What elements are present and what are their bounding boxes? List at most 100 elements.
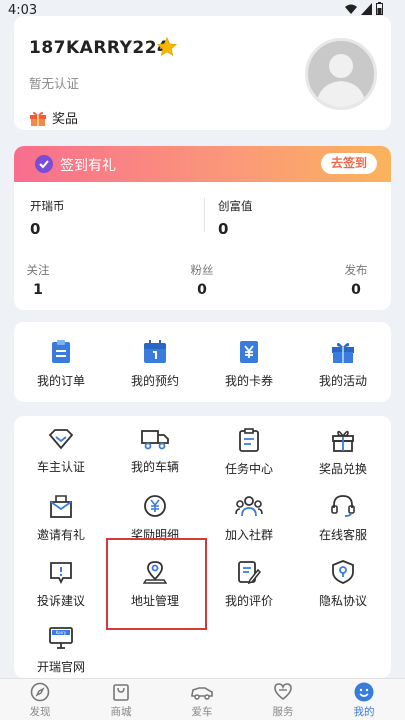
service-label: 任务中心 <box>224 462 273 476</box>
calendar-icon <box>144 340 166 363</box>
tab-label: 服务 <box>272 706 294 718</box>
highlight-box <box>106 538 207 630</box>
service-label: 隐私协议 <box>318 594 367 608</box>
service-item-4[interactable]: 邀请有礼 <box>14 494 108 543</box>
tab-discover[interactable]: 发现 <box>10 682 70 719</box>
service-item-0[interactable]: 车主认证 <box>14 428 108 475</box>
wealth-value: 0 <box>218 220 229 238</box>
service-item-1[interactable]: 我的车辆 <box>108 428 202 475</box>
tab-label: 发现 <box>29 706 51 718</box>
coupon-icon <box>240 341 258 363</box>
clipboard-icon <box>239 428 259 452</box>
gift-icon <box>30 111 46 126</box>
coins-stat[interactable]: 开瑞币 0 <box>30 198 65 238</box>
headset-icon <box>331 495 355 517</box>
system-icons <box>345 2 383 15</box>
tab-label: 我的 <box>353 706 375 718</box>
tab-bar: 发现 商城 爱车 服务 我的 <box>0 678 405 720</box>
divider <box>204 198 205 232</box>
yuan-icon <box>144 495 166 517</box>
default-avatar-icon <box>316 54 366 107</box>
orders-card: 我的订单 我的预约 我的卡券 我的活动 <box>14 322 391 402</box>
battery-icon <box>376 2 383 15</box>
follow-value: 1 <box>33 282 43 298</box>
service-label: 加入社群 <box>224 528 273 542</box>
service-item-7[interactable]: 在线客服 <box>296 494 390 543</box>
orders-item-label: 我的订单 <box>36 374 85 388</box>
posts-stat[interactable]: 发布 0 <box>336 262 376 298</box>
orders-item-label: 我的活动 <box>318 374 367 388</box>
tab-service[interactable]: 服务 <box>253 682 313 719</box>
service-label: 奖品兑换 <box>318 462 367 476</box>
tab-mall[interactable]: 商城 <box>91 682 151 719</box>
service-label: 开瑞官网 <box>36 660 85 674</box>
tab-label: 商城 <box>110 706 132 718</box>
truck-icon <box>141 430 169 450</box>
wealth-label: 创富值 <box>218 199 253 213</box>
star-icon[interactable] <box>156 36 178 58</box>
signin-title: 签到有礼 <box>60 158 116 174</box>
service-label: 车主认证 <box>36 460 85 474</box>
signal-icon <box>361 2 372 15</box>
car-icon <box>191 687 213 700</box>
service-item-3[interactable]: 奖品兑换 <box>296 428 390 477</box>
service-item-11[interactable]: 隐私协议 <box>296 560 390 609</box>
privacy-icon <box>332 560 354 584</box>
monitor-icon: Karry <box>49 627 73 649</box>
gift-box-icon <box>332 342 354 363</box>
prize-label: 奖品 <box>52 112 79 127</box>
signin-icon <box>35 155 53 173</box>
order-icon <box>52 340 70 363</box>
service-item-8[interactable]: 投诉建议 <box>14 560 108 609</box>
follow-label: 关注 <box>26 263 50 277</box>
orders-item-2[interactable]: 我的卡券 <box>202 340 296 389</box>
signin-banner[interactable]: 签到有礼 去签到 <box>14 146 391 182</box>
orders-item-1[interactable]: 我的预约 <box>108 340 202 389</box>
prize-link[interactable]: 奖品 <box>29 108 78 127</box>
signin-button[interactable]: 去签到 <box>320 153 377 174</box>
monitor-badge: Karry <box>56 630 67 635</box>
invite-icon <box>50 495 72 518</box>
profile-card[interactable]: 187KARRY224 暂无认证 奖品 <box>14 16 391 130</box>
service-label: 我的评价 <box>224 594 273 608</box>
orders-item-label: 我的卡券 <box>224 374 273 388</box>
bag-icon <box>113 684 129 701</box>
tab-label: 爱车 <box>191 706 213 718</box>
complaint-icon <box>50 562 72 584</box>
service-label: 我的车辆 <box>130 460 179 474</box>
fans-value: 0 <box>197 282 207 298</box>
orders-item-label: 我的预约 <box>130 374 179 388</box>
service-item-6[interactable]: 加入社群 <box>202 494 296 543</box>
badge-icon <box>48 429 74 450</box>
service-label: 在线客服 <box>318 528 367 542</box>
service-item-2[interactable]: 任务中心 <box>202 428 296 477</box>
orders-item-0[interactable]: 我的订单 <box>14 340 108 389</box>
fans-label: 粉丝 <box>190 263 214 277</box>
avatar[interactable] <box>305 38 377 110</box>
gift-icon <box>332 430 354 452</box>
orders-item-3[interactable]: 我的活动 <box>296 340 390 389</box>
service-label: 投诉建议 <box>36 594 85 608</box>
coins-value: 0 <box>30 220 41 238</box>
service-item-12[interactable]: Karry 开瑞官网 <box>14 626 108 675</box>
tab-mine[interactable]: 我的 <box>334 682 394 719</box>
posts-value: 0 <box>351 282 361 298</box>
wealth-stat[interactable]: 创富值 0 <box>218 198 253 238</box>
stats-card: 签到有礼 去签到 开瑞币 0 创富值 0 关注 1 粉丝 0 发布 0 <box>14 146 391 310</box>
posts-label: 发布 <box>344 263 368 277</box>
username: 187KARRY224 <box>29 38 170 58</box>
review-icon <box>238 561 261 584</box>
compass-icon <box>30 682 50 702</box>
group-icon <box>235 496 263 517</box>
service-item-10[interactable]: 我的评价 <box>202 560 296 609</box>
auth-status: 暂无认证 <box>29 76 80 91</box>
wifi-icon <box>345 4 357 14</box>
user-icon <box>354 682 374 702</box>
tab-car[interactable]: 爱车 <box>172 682 232 719</box>
service-heart-icon <box>274 683 292 701</box>
service-label: 邀请有礼 <box>36 528 85 542</box>
coins-label: 开瑞币 <box>30 199 65 213</box>
service-item-5[interactable]: 奖励明细 <box>108 494 202 543</box>
fans-stat[interactable]: 粉丝 0 <box>182 262 222 298</box>
follow-stat[interactable]: 关注 1 <box>18 262 58 298</box>
